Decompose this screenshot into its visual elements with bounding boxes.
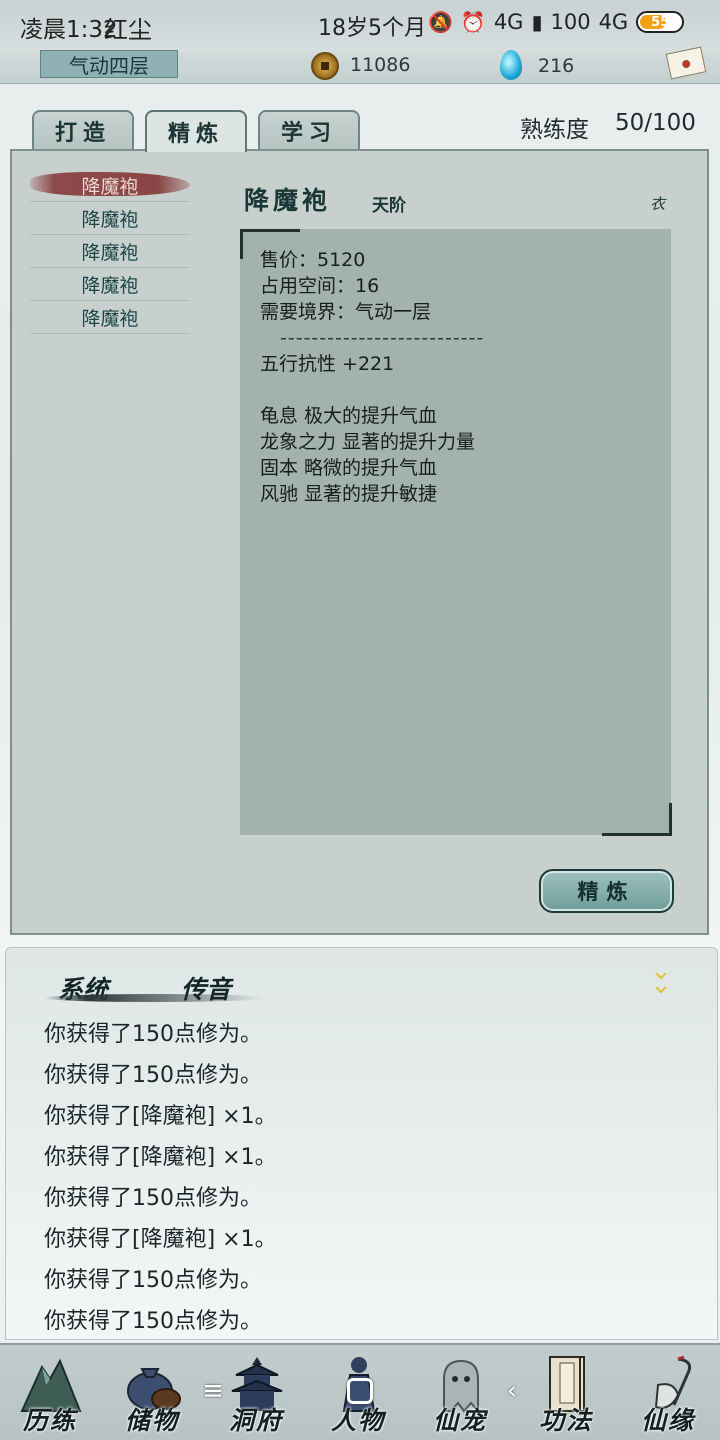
- collapse-icon[interactable]: ⌄ ⌄: [646, 958, 676, 998]
- mastery-value: 50/100: [615, 110, 696, 136]
- log-line: 你获得了[降魔袍] ×1。: [44, 1104, 277, 1129]
- item-effect: 风驰 显著的提升敏捷: [260, 483, 438, 505]
- list-item[interactable]: 降魔袍: [30, 235, 190, 268]
- tab-learn[interactable]: 学习: [258, 110, 360, 150]
- log-line: 你获得了[降魔袍] ×1。: [44, 1145, 277, 1170]
- status-icons: 🔕 ⏰ 4G ▮ 100 4G 55: [428, 10, 685, 34]
- list-item-label: 降魔袍: [81, 274, 139, 297]
- log-lines: 你获得了150点修为。 你获得了150点修为。 你获得了[降魔袍] ×1。 你获…: [44, 1018, 277, 1346]
- list-item[interactable]: 降魔袍: [30, 202, 190, 235]
- battery-icon: 55: [636, 11, 685, 33]
- system-back-icon[interactable]: ‹: [497, 1376, 527, 1406]
- log-line: 你获得了150点修为。: [44, 1022, 262, 1047]
- player-name: 红尘: [104, 16, 152, 44]
- refine-button[interactable]: 精炼: [539, 869, 674, 913]
- status-bar: 凌晨1:32 红尘 18岁5个月 🔕 ⏰ 4G ▮ 100 4G 55: [0, 0, 720, 50]
- log-line: 你获得了150点修为。: [44, 1186, 262, 1211]
- speed-label: 100: [550, 10, 591, 34]
- list-item[interactable]: 降魔袍: [30, 268, 190, 301]
- nav-label: 功法: [538, 1406, 593, 1435]
- mastery-label: 熟练度: [520, 117, 589, 143]
- item-effect: 龙象之力 显著的提升力量: [260, 431, 476, 453]
- spirit-gem-icon: [500, 50, 522, 80]
- realm-badge[interactable]: 气动四层: [40, 50, 178, 78]
- network-label: 4G: [493, 10, 524, 34]
- nav-techniques[interactable]: 功法: [520, 1345, 612, 1440]
- stats-separator: --------------------------: [280, 327, 485, 349]
- item-price: 售价：5120: [260, 249, 366, 271]
- system-home-icon[interactable]: [345, 1376, 375, 1406]
- signal-icon: ▮: [531, 10, 543, 34]
- nav-storage[interactable]: 储物: [106, 1345, 198, 1440]
- nav-label: 历练: [22, 1406, 77, 1435]
- nav-label: 仙缘: [640, 1406, 695, 1435]
- item-effect: 龟息 极大的提升气血: [260, 405, 438, 427]
- network-label-2: 4G: [598, 10, 629, 34]
- item-stats: 售价：5120 占用空间：16 需要境界：气动一层 --------------…: [260, 247, 484, 507]
- list-item-label: 降魔袍: [81, 307, 139, 330]
- nav-adventure[interactable]: 历练: [4, 1345, 96, 1440]
- alarm-icon: ⏰: [460, 10, 486, 34]
- list-item[interactable]: 降魔袍: [30, 301, 190, 334]
- list-item-label: 降魔袍: [81, 175, 139, 198]
- log-line: 你获得了150点修为。: [44, 1063, 262, 1088]
- log-line: 你获得了150点修为。: [44, 1268, 262, 1293]
- log-line: 你获得了[降魔袍] ×1。: [44, 1227, 277, 1252]
- battery-level: 55: [651, 14, 670, 30]
- coin-count: 11086: [350, 54, 411, 76]
- mute-icon: 🔕: [428, 10, 453, 34]
- top-resource-bar: 气动四层 11086 216: [0, 46, 720, 84]
- list-item-label: 降魔袍: [81, 241, 139, 264]
- player-age: 18岁5个月: [318, 16, 426, 41]
- nav-label: 仙宠: [432, 1406, 487, 1435]
- item-type: 衣: [650, 195, 666, 213]
- item-title: 降魔袍: [244, 186, 332, 215]
- item-list: 降魔袍 降魔袍 降魔袍 降魔袍 降魔袍: [30, 169, 190, 334]
- item-requirement: 需要境界：气动一层: [260, 301, 432, 323]
- coin-icon: [311, 52, 339, 80]
- tab-refine[interactable]: 精炼: [145, 110, 247, 152]
- list-item[interactable]: 降魔袍: [30, 169, 190, 202]
- item-effect: 固本 略微的提升气血: [260, 457, 438, 479]
- list-item-label: 降魔袍: [81, 208, 139, 231]
- log-line: 你获得了150点修为。: [44, 1309, 262, 1334]
- frame-corner-bottom-right: [602, 803, 672, 836]
- nav-label: 储物: [124, 1406, 179, 1435]
- nav-label: 人物: [330, 1406, 385, 1435]
- nav-pet[interactable]: 仙宠: [414, 1345, 506, 1440]
- item-resistance: 五行抗性 +221: [260, 353, 395, 375]
- item-grade: 天阶: [372, 196, 406, 216]
- system-menu-icon[interactable]: ≡: [198, 1376, 228, 1406]
- message-log-panel: 系统 传音 ⌄ ⌄ 你获得了150点修为。 你获得了150点修为。 你获得了[降魔…: [5, 947, 718, 1340]
- gem-count: 216: [538, 55, 575, 77]
- item-space: 占用空间：16: [260, 275, 380, 297]
- status-time: 凌晨1:32: [20, 17, 118, 43]
- nav-fate[interactable]: 仙缘: [622, 1345, 714, 1440]
- refine-panel: 降魔袍 降魔袍 降魔袍 降魔袍 降魔袍 降魔袍 天阶 衣 售价：5120 占用空…: [10, 149, 709, 935]
- tab-brush-stroke: [44, 994, 264, 1002]
- nav-label: 洞府: [228, 1406, 283, 1435]
- mail-icon[interactable]: [665, 46, 707, 80]
- tab-forge[interactable]: 打造: [32, 110, 134, 150]
